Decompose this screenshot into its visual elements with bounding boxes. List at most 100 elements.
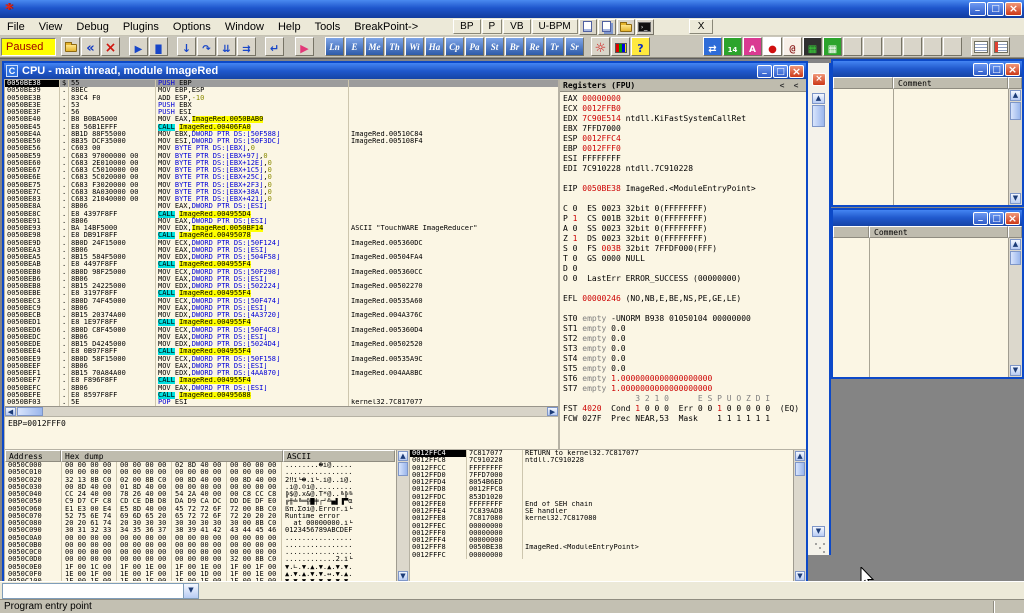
menu-item-debug[interactable]: Debug bbox=[69, 20, 115, 34]
dump-row[interactable]: 0050C07052 75 6E 7469 6D 65 2065 72 72 6… bbox=[5, 513, 396, 520]
scroll-up-button[interactable]: ▲ bbox=[1010, 90, 1021, 101]
dump-row[interactable]: 0050C02032 13 8B C002 00 8B C000 8D 40 0… bbox=[5, 477, 396, 484]
list-body[interactable]: ▲ ▼ bbox=[833, 238, 1022, 377]
dump-row[interactable]: 0050C08020 20 61 7420 30 30 3030 30 30 3… bbox=[5, 520, 396, 527]
disasm-row[interactable]: 0050BE3E.53PUSH EBX bbox=[5, 102, 558, 109]
step-over-button[interactable] bbox=[197, 37, 216, 56]
register-line[interactable]: FCW 027F Prec NEAR,53 Mask 1 1 1 1 1 1 bbox=[560, 414, 806, 424]
disasm-row[interactable]: 0050BEC3.8B0D 74F45000MOV ECX,DWORD PTR … bbox=[5, 298, 558, 305]
disasm-row[interactable]: 0050BE40.B8 B0BA5000MOV EAX,ImageRed.005… bbox=[5, 116, 558, 123]
dump-row[interactable]: 0050C040CC 24 40 0078 26 40 0054 2A 40 0… bbox=[5, 491, 396, 498]
pane-button-th[interactable]: Th bbox=[385, 37, 404, 56]
stack-row[interactable]: 0012FFD48054B6ED bbox=[410, 479, 793, 486]
pane-button-st[interactable]: St bbox=[485, 37, 504, 56]
minimize-button[interactable] bbox=[973, 212, 988, 225]
help-button[interactable] bbox=[631, 37, 650, 56]
pane-button-cp[interactable]: Cp bbox=[445, 37, 464, 56]
maximize-button[interactable] bbox=[989, 212, 1004, 225]
menu-button-p[interactable]: P bbox=[482, 19, 503, 34]
info-pane[interactable]: EBP=0012FFF0 bbox=[5, 417, 558, 449]
dump-row[interactable]: 0050C0B000 00 00 0000 00 00 0000 00 00 0… bbox=[5, 542, 396, 549]
disasm-row[interactable]: 0050BEA3.8B06MOV EAX,DWORD PTR DS:[ESI] bbox=[5, 247, 558, 254]
disasm-row[interactable]: 0050BE45.E8 56B1EFFFCALL ImageRed.00406F… bbox=[5, 124, 558, 131]
disasm-row[interactable]: 0050BEB0.8B0D 98F25000MOV ECX,DWORD PTR … bbox=[5, 269, 558, 276]
registers-pane-button[interactable]: < bbox=[789, 81, 803, 91]
restore-button[interactable] bbox=[987, 2, 1004, 16]
dump-scrollbar[interactable]: ▲ ▼ bbox=[396, 450, 409, 581]
dump-row[interactable]: 0050C0D000 00 00 0000 00 00 0000 00 00 0… bbox=[5, 556, 396, 563]
menu-button-vb[interactable]: VB bbox=[503, 19, 530, 34]
disasm-row[interactable]: 0050BE59.C683 97000000 00MOV BYTE PTR DS… bbox=[5, 153, 558, 160]
register-line[interactable] bbox=[560, 194, 806, 204]
register-line[interactable]: ST3 empty 0.0 bbox=[560, 344, 806, 354]
register-line[interactable]: O 0 LastErr ERROR_SUCCESS (00000000) bbox=[560, 274, 806, 284]
scroll-down-button[interactable]: ▼ bbox=[1010, 365, 1021, 376]
disasm-row[interactable]: 0050BEB6.8B06MOV EAX,DWORD PTR DS:[ESI] bbox=[5, 276, 558, 283]
disasm-row[interactable]: 0050BEC9.8B06MOV EAX,DWORD PTR DS:[ESI] bbox=[5, 305, 558, 312]
register-line[interactable]: Z 1 DS 0023 32bit 0(FFFFFFFF) bbox=[560, 234, 806, 244]
scroll-down-button[interactable]: ▼ bbox=[812, 526, 825, 537]
scrollbar-thumb[interactable] bbox=[1010, 102, 1021, 120]
menu-item-help[interactable]: Help bbox=[271, 20, 308, 34]
pause-button[interactable] bbox=[149, 37, 168, 56]
scrollbar-thumb[interactable] bbox=[1010, 251, 1021, 265]
disasm-row[interactable]: 0050BE39.8BECMOV EBP,ESP bbox=[5, 87, 558, 94]
new-doc-button[interactable] bbox=[579, 19, 597, 35]
close-button[interactable] bbox=[789, 65, 804, 78]
animate-over-button[interactable] bbox=[237, 37, 256, 56]
window-top-right[interactable]: Comment ▲ ▼ bbox=[831, 59, 1024, 207]
disasm-row[interactable]: 0050BE7C.C683 8A030000 00MOV BYTE PTR DS… bbox=[5, 189, 558, 196]
disasm-row[interactable]: 0050BEBE.E8 3197F8FFCALL ImageRed.004955… bbox=[5, 290, 558, 297]
scroll-up-button[interactable]: ▲ bbox=[812, 93, 825, 104]
register-line[interactable]: EDI 7C910228 ntdll.7C910228 bbox=[560, 164, 806, 174]
registers-pane-buttons[interactable]: << bbox=[775, 81, 803, 91]
menu-item-breakpoint[interactable]: BreakPoint-> bbox=[347, 20, 425, 34]
register-line[interactable]: EBP 0012FFF0 bbox=[560, 144, 806, 154]
window-titlebar[interactable] bbox=[833, 210, 1022, 226]
disasm-row[interactable]: 0050BEDE.8B15 D4245000MOV EDX,DWORD PTR … bbox=[5, 341, 558, 348]
disasm-row[interactable]: 0050BEE9.8B0D 58F15000MOV ECX,DWORD PTR … bbox=[5, 356, 558, 363]
scroll-up-button[interactable]: ▲ bbox=[1010, 239, 1021, 250]
stack-row[interactable]: 0012FFEC00000000 bbox=[410, 523, 793, 530]
menu-item-window[interactable]: Window bbox=[218, 20, 271, 34]
swap-button[interactable] bbox=[703, 37, 722, 56]
disasm-row[interactable]: 0050BE3B.83C4 F0ADD ESP,-10 bbox=[5, 95, 558, 102]
step-into-button[interactable] bbox=[177, 37, 196, 56]
disasm-row[interactable]: 0050BEA5.8B15 584F5000MOV EDX,DWORD PTR … bbox=[5, 254, 558, 261]
keyboard-button[interactable] bbox=[803, 37, 822, 56]
pane-button-pa[interactable]: Pa bbox=[465, 37, 484, 56]
stack-row[interactable]: 0012FFF80050BE38ImageRed.<ModuleEntryPoi… bbox=[410, 544, 793, 551]
disasm-row[interactable]: 0050BEEF.8B06MOV EAX,DWORD PTR DS:[ESI] bbox=[5, 363, 558, 370]
menu-item-options[interactable]: Options bbox=[166, 20, 218, 34]
cpu-window[interactable]: C CPU - main thread, module ImageRed 005… bbox=[2, 61, 808, 581]
dump-row[interactable]: 0050C0C000 00 00 0000 00 00 0000 00 00 0… bbox=[5, 549, 396, 556]
scrollbar-thumb[interactable] bbox=[795, 462, 805, 476]
register-line[interactable] bbox=[560, 174, 806, 184]
disasm-row[interactable]: 0050BE75.C683 F3020000 00MOV BYTE PTR DS… bbox=[5, 182, 558, 189]
scroll-up-button[interactable]: ▲ bbox=[398, 451, 408, 461]
stack-row[interactable]: 0012FFC47C817077RETURN to kernel32.7C817… bbox=[410, 450, 793, 457]
log-button[interactable] bbox=[723, 37, 742, 56]
scrollbar[interactable]: ▲ ▼ bbox=[1008, 238, 1022, 377]
stack-row[interactable]: 0012FFDC853D1020 bbox=[410, 494, 793, 501]
assembler-button[interactable] bbox=[743, 37, 762, 56]
dump-row[interactable]: 0050C050C9 D7 CF C8CD CE DB D8DA D9 CA D… bbox=[5, 498, 396, 505]
registers-pane-button[interactable]: < bbox=[775, 81, 789, 91]
register-line[interactable]: ECX 0012FFB0 bbox=[560, 104, 806, 114]
disasm-row[interactable]: 0050BE83.C683 21040000 00MOV BYTE PTR DS… bbox=[5, 196, 558, 203]
disasm-row[interactable]: 0050BE38$55PUSH EBP bbox=[5, 80, 558, 87]
stack-row[interactable]: 0012FFFC00000000 bbox=[410, 552, 793, 559]
register-line[interactable]: 3 2 1 0 E S P U O Z D I bbox=[560, 394, 806, 404]
pane-button-tr[interactable]: Tr bbox=[545, 37, 564, 56]
scroll-down-button[interactable]: ▼ bbox=[1010, 193, 1021, 204]
disasm-row[interactable]: 0050BEFC.8B06MOV EAX,DWORD PTR DS:[ESI] bbox=[5, 385, 558, 392]
pane-button-e[interactable]: E bbox=[345, 37, 364, 56]
register-line[interactable]: ESI FFFFFFFF bbox=[560, 154, 806, 164]
animate-into-button[interactable] bbox=[217, 37, 236, 56]
disasm-row[interactable]: 0050BEDC.8B06MOV EAX,DWORD PTR DS:[ESI] bbox=[5, 334, 558, 341]
register-line[interactable]: P 1 CS 001B 32bit 0(FFFFFFFF) bbox=[560, 214, 806, 224]
register-line[interactable]: S 0 FS 003B 32bit 7FFDF000(FFF) bbox=[560, 244, 806, 254]
dump-row[interactable]: 0050C0E01F 00 1C 001F 00 1E 001F 00 1E 0… bbox=[5, 564, 396, 571]
register-line[interactable]: C 0 ES 0023 32bit 0(FFFFFFFF) bbox=[560, 204, 806, 214]
scrollbar-thumb[interactable] bbox=[812, 105, 825, 127]
